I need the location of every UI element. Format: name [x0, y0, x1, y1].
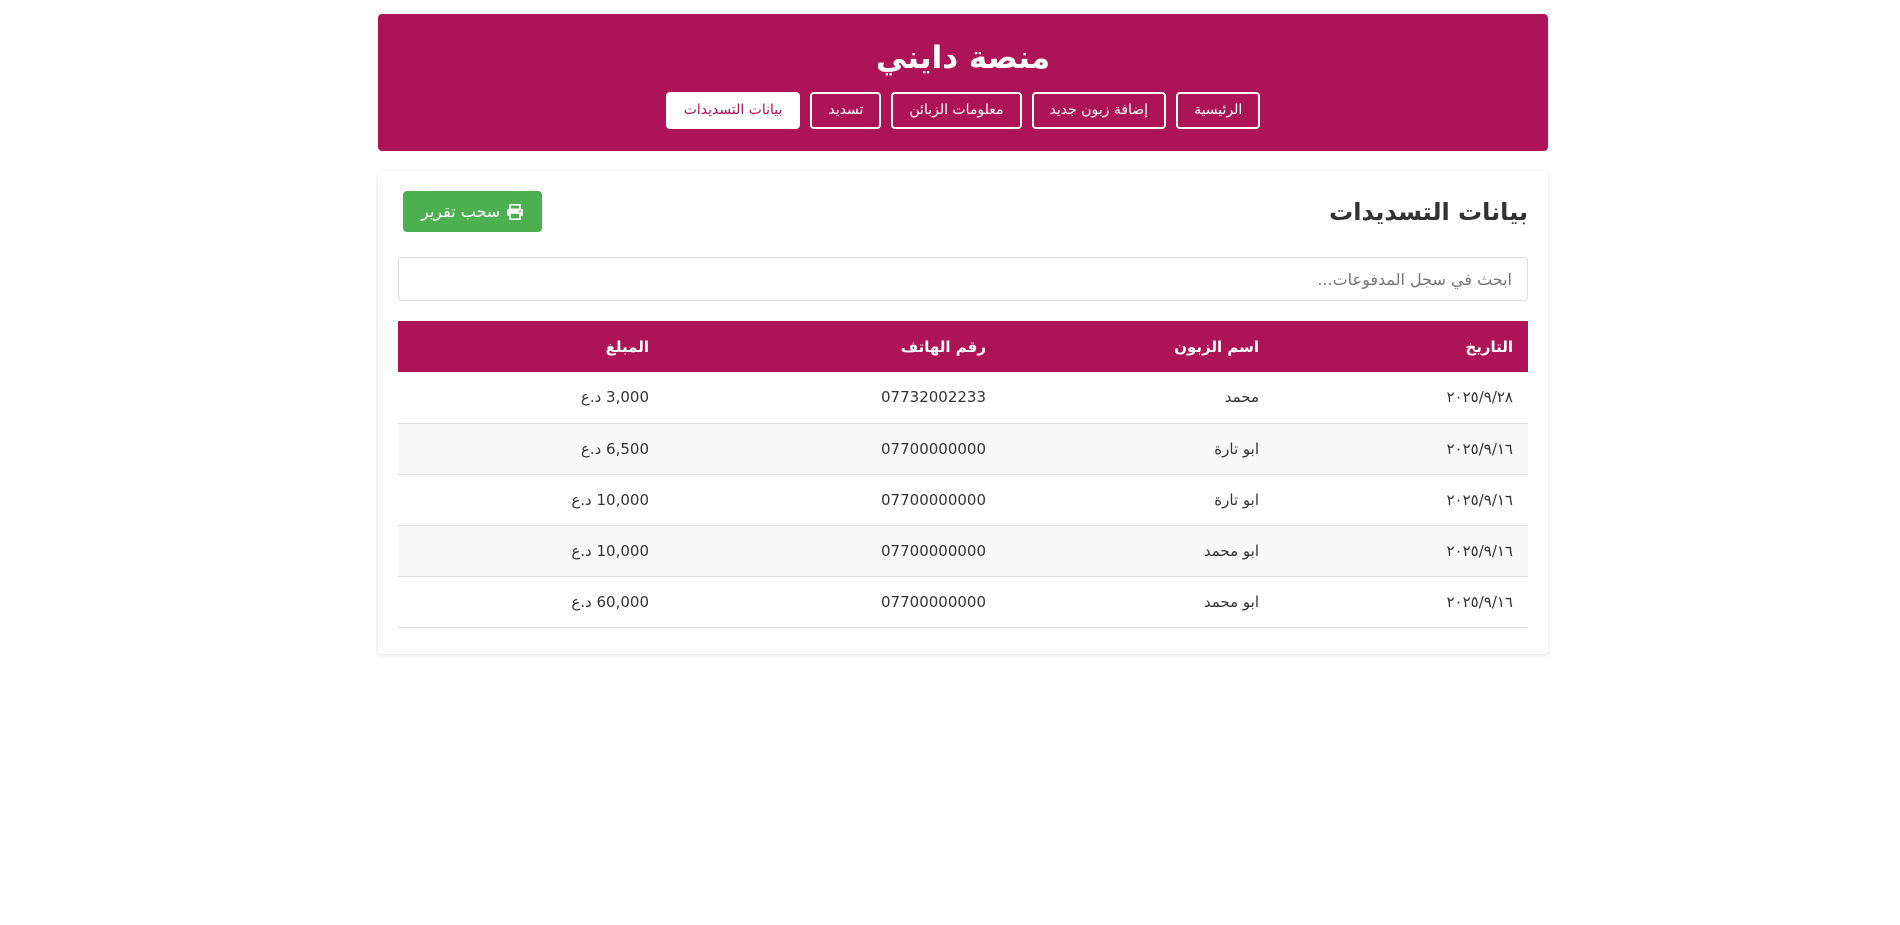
payments-table: التاريخ اسم الزبون رقم الهاتف المبلغ ٢٠٢…: [398, 321, 1528, 628]
table-row: ٢٠٢٥/٩/١٦ ابو تارة 07700000000 10,000 د.…: [398, 474, 1528, 526]
cell-phone: 07700000000: [664, 525, 1001, 577]
cell-date: ٢٠٢٥/٩/٢٨: [1274, 372, 1528, 424]
cell-phone: 07700000000: [664, 576, 1001, 628]
cell-phone: 07700000000: [664, 474, 1001, 526]
card-header: بيانات التسديدات سحب تقرير: [398, 191, 1528, 232]
cell-amount: 10,000 د.ع: [398, 525, 664, 577]
app-container: منصة دايني الرئيسية إضافة زبون جديد معلو…: [378, 14, 1548, 654]
cell-customer-name: ابو تارة: [1001, 423, 1274, 475]
cell-customer-name: ابو محمد: [1001, 525, 1274, 577]
table-row: ٢٠٢٥/٩/١٦ ابو محمد 07700000000 10,000 د.…: [398, 525, 1528, 577]
cell-phone: 07732002233: [664, 372, 1001, 424]
table-row: ٢٠٢٥/٩/١٦ ابو تارة 07700000000 6,500 د.ع: [398, 423, 1528, 475]
cell-phone: 07700000000: [664, 423, 1001, 475]
cell-amount: 6,500 د.ع: [398, 423, 664, 475]
payments-card: بيانات التسديدات سحب تقرير التاريخ اسم ا…: [378, 171, 1548, 654]
cell-amount: 3,000 د.ع: [398, 372, 664, 424]
nav-customers-info-button[interactable]: معلومات الزبائن: [891, 92, 1022, 130]
printer-icon: [507, 203, 524, 220]
report-button[interactable]: سحب تقرير: [403, 191, 543, 232]
cell-customer-name: محمد: [1001, 372, 1274, 424]
cell-amount: 60,000 د.ع: [398, 576, 664, 628]
column-header-phone: رقم الهاتف: [900, 337, 986, 356]
nav-payments-data-button[interactable]: بيانات التسديدات: [665, 92, 801, 130]
cell-date: ٢٠٢٥/٩/١٦: [1274, 474, 1528, 526]
cell-amount: 10,000 د.ع: [398, 474, 664, 526]
table-header: التاريخ اسم الزبون رقم الهاتف المبلغ: [398, 321, 1528, 372]
cell-date: ٢٠٢٥/٩/١٦: [1274, 576, 1528, 628]
column-header-customer-name: اسم الزبون: [1174, 337, 1259, 356]
search-input[interactable]: [398, 257, 1528, 301]
nav-payment-button[interactable]: تسديد: [810, 92, 882, 130]
site-header: منصة دايني الرئيسية إضافة زبون جديد معلو…: [378, 14, 1548, 151]
column-header-amount: المبلغ: [605, 337, 649, 356]
main-nav: الرئيسية إضافة زبون جديد معلومات الزبائن…: [378, 92, 1548, 130]
page-title: بيانات التسديدات: [1329, 197, 1528, 226]
nav-home-button[interactable]: الرئيسية: [1176, 92, 1261, 130]
report-button-label: سحب تقرير: [421, 202, 501, 221]
cell-date: ٢٠٢٥/٩/١٦: [1274, 423, 1528, 475]
table-body: ٢٠٢٥/٩/٢٨ محمد 07732002233 3,000 د.ع ٢٠٢…: [398, 372, 1528, 628]
cell-customer-name: ابو تارة: [1001, 474, 1274, 526]
table-header-row: التاريخ اسم الزبون رقم الهاتف المبلغ: [398, 321, 1528, 372]
site-title: منصة دايني: [875, 40, 1051, 76]
cell-date: ٢٠٢٥/٩/١٦: [1274, 525, 1528, 577]
column-header-date: التاريخ: [1465, 337, 1513, 356]
table-row: ٢٠٢٥/٩/٢٨ محمد 07732002233 3,000 د.ع: [398, 372, 1528, 424]
nav-add-customer-button[interactable]: إضافة زبون جديد: [1031, 92, 1167, 130]
table-row: ٢٠٢٥/٩/١٦ ابو محمد 07700000000 60,000 د.…: [398, 576, 1528, 628]
cell-customer-name: ابو محمد: [1001, 576, 1274, 628]
